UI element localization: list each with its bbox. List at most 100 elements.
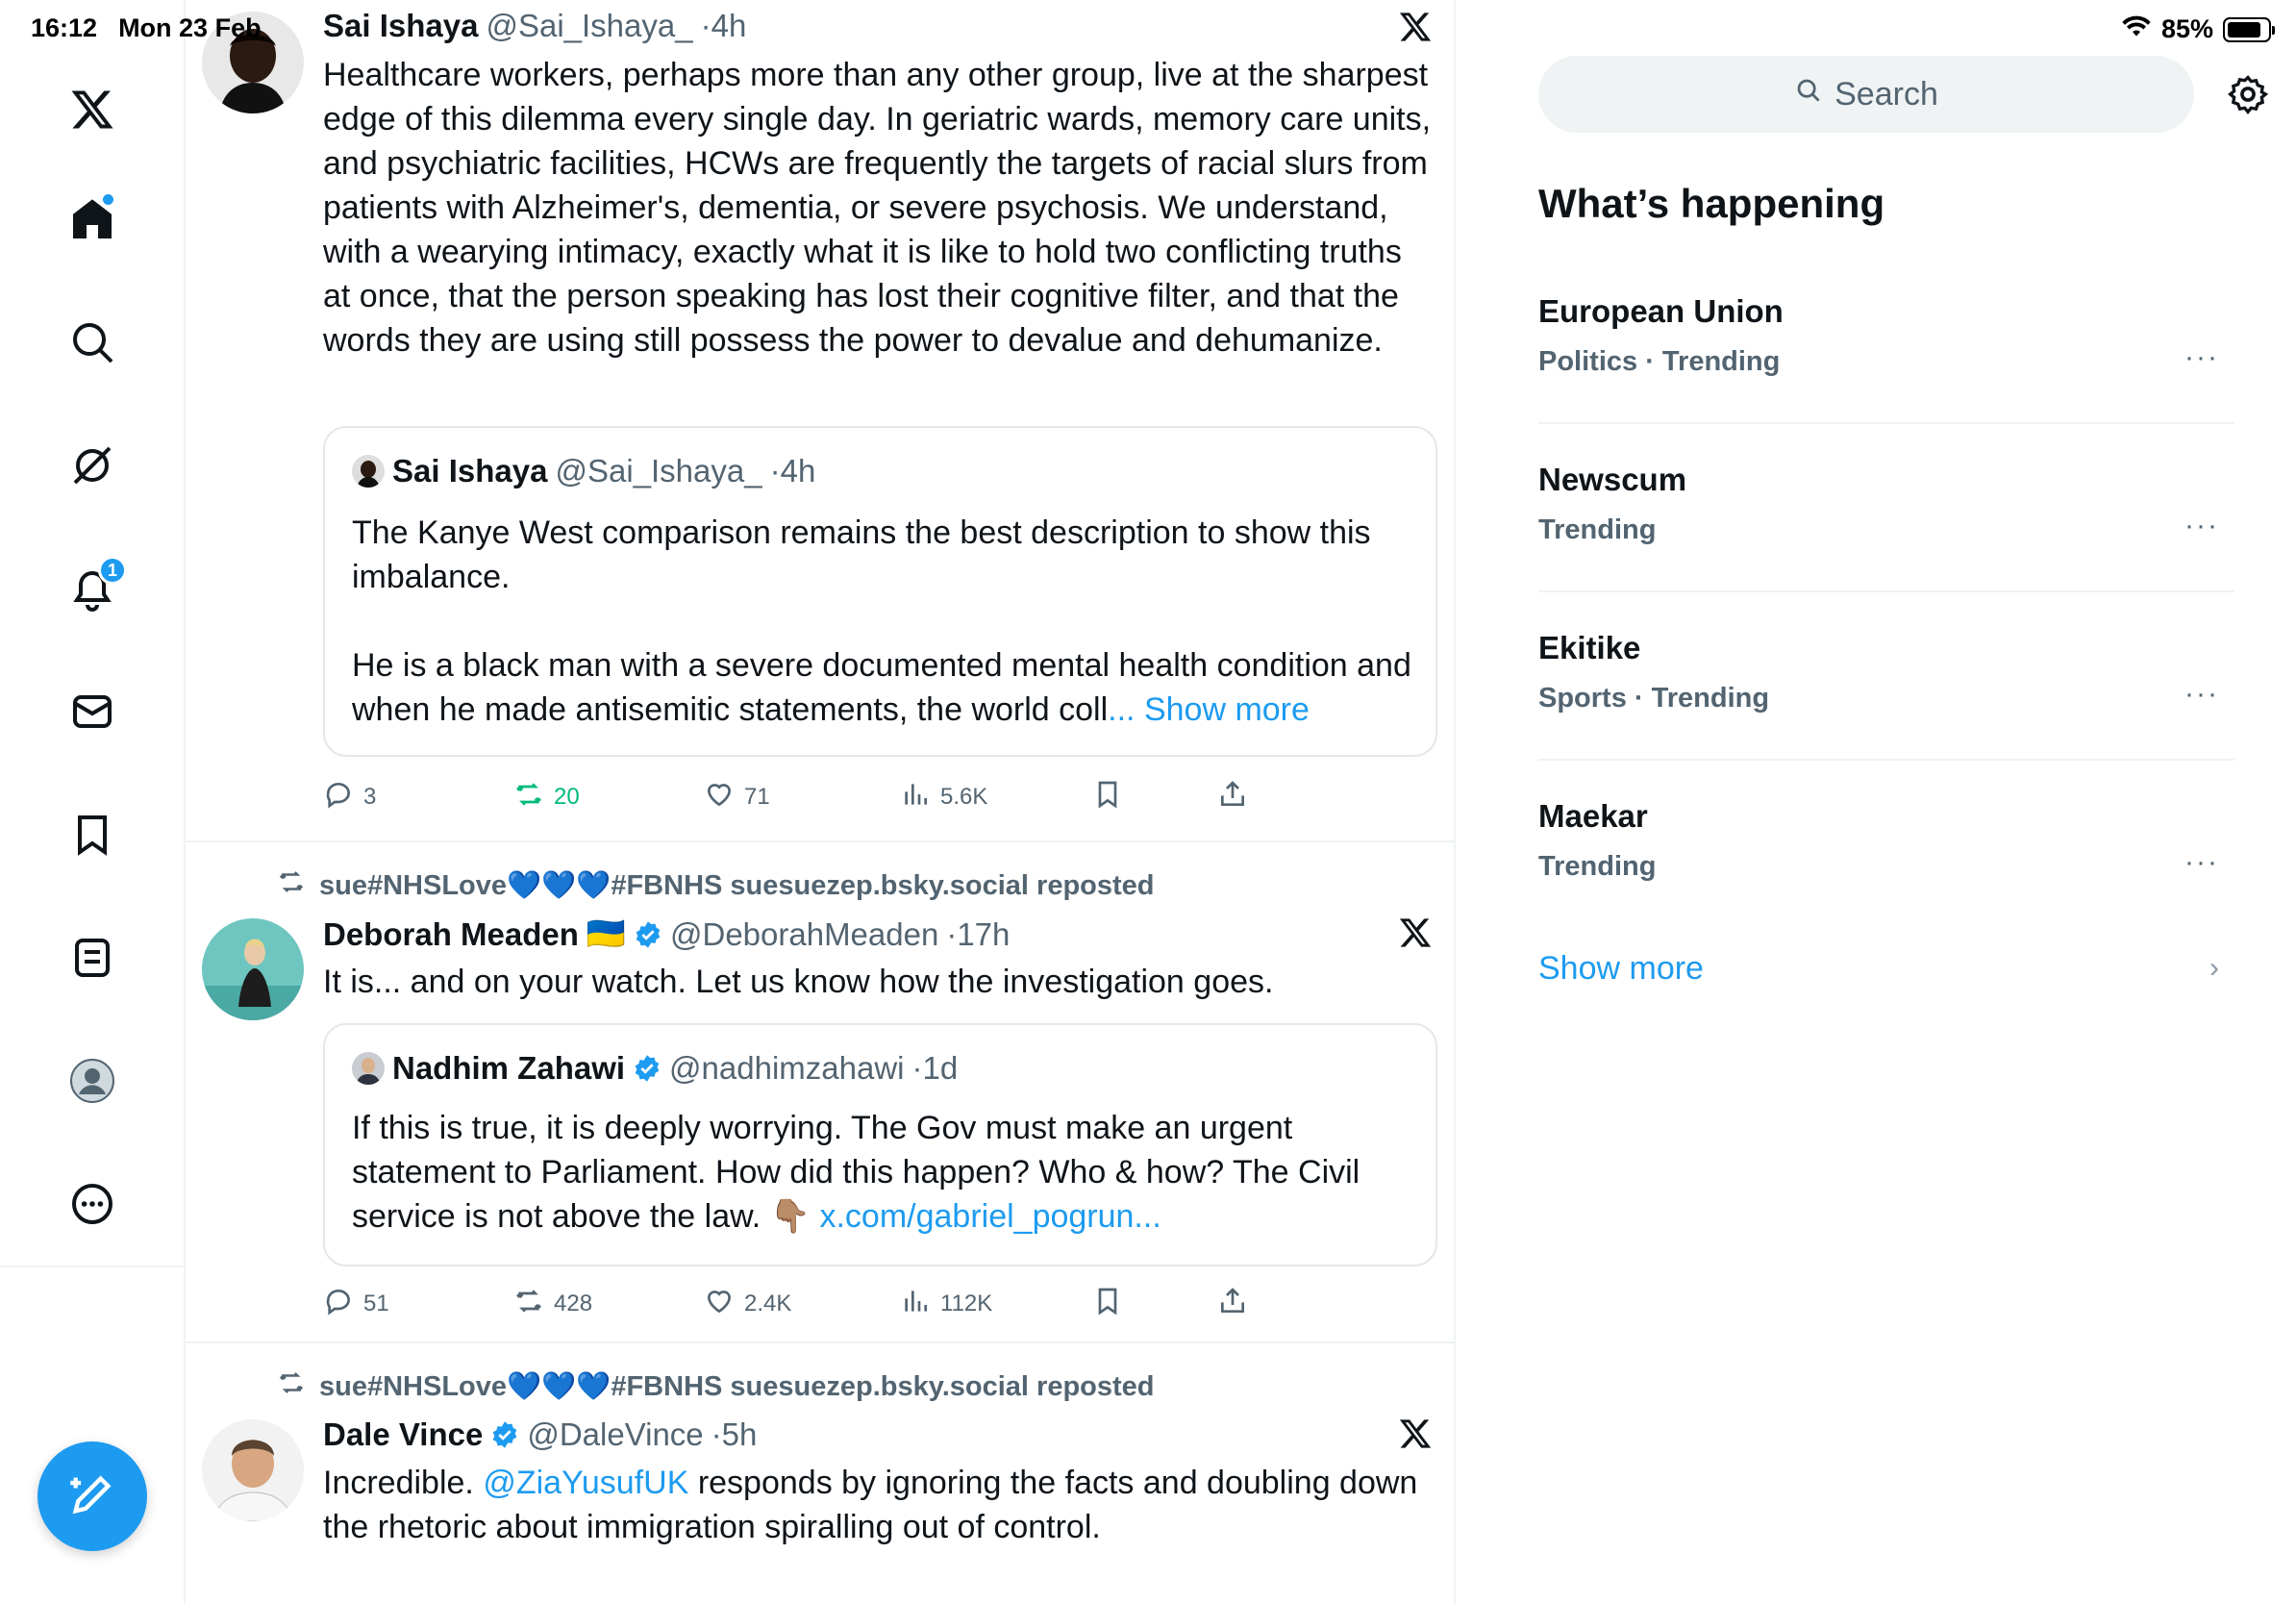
trend-meta: Trending [1538, 851, 1657, 882]
tweet-header: Deborah Meaden 🇺🇦 @DeborahMeaden · 17h [323, 915, 1010, 953]
views-button[interactable]: 5.6K [900, 778, 987, 816]
avatar[interactable] [202, 1419, 304, 1521]
x-logo-icon[interactable] [54, 71, 131, 148]
repost-button[interactable]: 428 [513, 1285, 592, 1323]
quote-text-block: If this is true, it is deeply worrying. … [352, 1106, 1419, 1239]
grok-icon[interactable] [54, 427, 131, 504]
trend-name: European Union [1538, 293, 1784, 329]
trend-divider [1538, 590, 2234, 592]
bell-icon[interactable]: 1 [54, 550, 131, 627]
timestamp[interactable]: 4h [711, 8, 747, 44]
author-name[interactable]: Sai Ishaya [323, 8, 478, 44]
bookmark-icon [1092, 779, 1123, 816]
like-button[interactable]: 71 [704, 778, 770, 816]
author-handle[interactable]: @DeborahMeaden [670, 916, 938, 953]
show-more-link[interactable]: Show more [1144, 691, 1310, 728]
avatar[interactable] [202, 918, 304, 1020]
repost-context: sue#NHSLove💙💙💙#FBNHS suesuezep.bsky.soci… [277, 1368, 1155, 1405]
compose-icon [67, 1469, 117, 1524]
mail-icon[interactable] [54, 673, 131, 750]
repost-count: 428 [554, 1291, 593, 1316]
tweet-actions: 51 428 2.4K 112K [323, 1285, 1285, 1323]
tweet-text: It is... and on your watch. Let us know … [323, 964, 1274, 1000]
tweet[interactable]: sue#NHSLove💙💙💙#FBNHS suesuezep.bsky.soci… [186, 842, 1454, 1342]
heart-icon [704, 1286, 735, 1323]
more-icon[interactable]: ··· [2184, 341, 2219, 374]
settings-gear-icon[interactable] [2227, 73, 2269, 115]
repost-context-text[interactable]: sue#NHSLove💙💙💙#FBNHS suesuezep.bsky.soci… [319, 869, 1155, 902]
quoted-tweet[interactable]: Sai Ishaya @Sai_Ishaya_ · 4h The Kanye W… [323, 426, 1437, 757]
battery-percent: 85% [2160, 14, 2213, 43]
timestamp[interactable]: 5h [722, 1416, 758, 1453]
trend-item[interactable]: European Union Politics · Trending ··· [1538, 293, 2234, 461]
reply-icon [323, 1286, 354, 1323]
unread-dot [103, 194, 113, 205]
view-count: 5.6K [940, 784, 988, 810]
views-button[interactable]: 112K [900, 1285, 992, 1323]
share-button[interactable] [1217, 778, 1248, 816]
home-icon[interactable] [54, 181, 131, 258]
author-handle[interactable]: @DaleVince [527, 1416, 703, 1453]
more-icon[interactable]: ··· [2184, 846, 2219, 879]
trend-divider [1538, 759, 2234, 761]
trend-meta: Sports · Trending [1538, 683, 1770, 714]
repost-icon [277, 867, 306, 904]
clock: 16:12 [31, 13, 98, 42]
repost-icon [277, 1368, 306, 1405]
status-bar-left: 16:12 Mon 23 Feb [31, 13, 262, 43]
mention-link[interactable]: @ZiaYusufUK [483, 1465, 688, 1501]
status-bar-right: 85% [2121, 13, 2275, 45]
quote-header: Sai Ishaya @Sai_Ishaya_ · 4h [352, 453, 815, 489]
trend-item[interactable]: Newscum Trending ··· [1538, 462, 2234, 629]
bookmark-icon [1092, 1286, 1123, 1323]
tweet[interactable]: sue#NHSLove💙💙💙#FBNHS suesuezep.bsky.soci… [186, 1343, 1454, 1604]
reply-icon [323, 779, 354, 816]
author-name[interactable]: Deborah Meaden [323, 916, 579, 953]
separator-dot: · [700, 8, 711, 43]
trend-item[interactable]: Ekitike Sports · Trending ··· [1538, 630, 2234, 797]
repost-button[interactable]: 20 [513, 778, 580, 816]
bookmark-button[interactable] [1092, 778, 1123, 816]
compose-button[interactable] [37, 1441, 147, 1551]
quote-author-handle: @nadhimzahawi [669, 1050, 905, 1086]
timestamp[interactable]: 17h [957, 916, 1010, 953]
chevron-right-icon: › [2209, 952, 2219, 984]
show-more-link[interactable]: Show more [1538, 950, 1704, 988]
trend-item[interactable]: Maekar Trending ··· [1538, 798, 2234, 965]
trend-divider [1538, 422, 2234, 424]
author-handle[interactable]: @Sai_Ishaya_ [486, 8, 692, 44]
lists-icon[interactable] [54, 919, 131, 996]
separator-dot: · [946, 915, 958, 952]
profile-icon[interactable] [54, 1042, 131, 1119]
search-icon[interactable] [54, 304, 131, 381]
tweet-header: Sai Ishaya @Sai_Ishaya_ · 4h [323, 8, 746, 44]
verified-badge-icon [490, 1420, 519, 1449]
bookmark-button[interactable] [1092, 1285, 1123, 1323]
tweet-text-part: Incredible. [323, 1465, 484, 1501]
search-input[interactable]: Search [1538, 56, 2194, 133]
quote-link[interactable]: x.com/gabriel_pogrun... [819, 1198, 1160, 1235]
more-circle-icon[interactable] [54, 1165, 131, 1242]
more-icon[interactable]: ··· [2184, 678, 2219, 711]
separator-dot: · [711, 1416, 722, 1452]
trends-title: What’s happening [1538, 181, 1885, 226]
quote-ellipsis: ... [1108, 691, 1136, 728]
share-icon [1217, 1286, 1248, 1323]
tweet[interactable]: Sai Ishaya @Sai_Ishaya_ · 4h Healthcare … [186, 0, 1454, 844]
reply-button[interactable]: 51 [323, 1285, 389, 1323]
quote-header: Nadhim Zahawi @nadhimzahawi · 1d [352, 1050, 958, 1087]
quoted-tweet[interactable]: Nadhim Zahawi @nadhimzahawi · 1d If this… [323, 1023, 1437, 1266]
heart-icon [704, 779, 735, 816]
like-button[interactable]: 2.4K [704, 1285, 791, 1323]
quote-text-continued: He is a black man with a severe document… [352, 643, 1419, 732]
more-icon[interactable]: ··· [2184, 510, 2219, 542]
date: Mon 23 Feb [118, 13, 262, 42]
repost-context: sue#NHSLove💙💙💙#FBNHS suesuezep.bsky.soci… [277, 867, 1155, 904]
repost-context-text[interactable]: sue#NHSLove💙💙💙#FBNHS suesuezep.bsky.soci… [319, 1370, 1155, 1403]
share-button[interactable] [1217, 1285, 1248, 1323]
author-name[interactable]: Dale Vince [323, 1416, 483, 1453]
verified-badge-icon [633, 1054, 661, 1083]
bookmark-icon[interactable] [54, 796, 131, 873]
reply-button[interactable]: 3 [323, 778, 376, 816]
quote-avatar [352, 1052, 385, 1085]
